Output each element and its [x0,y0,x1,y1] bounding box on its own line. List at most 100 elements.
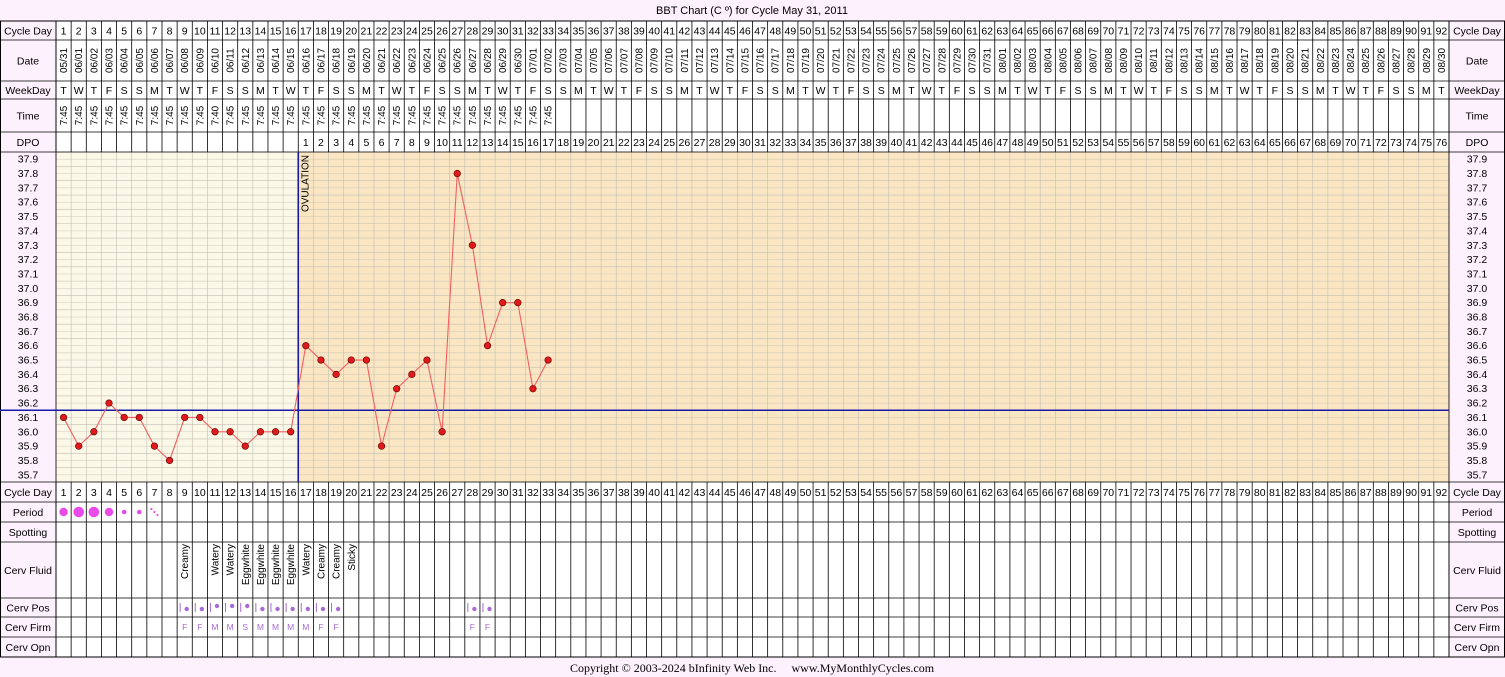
cerv-firm-cell: M [211,622,218,632]
weekday-cell: S [242,85,249,97]
row-label-cerv-firm-right: Cerv Firm [1454,622,1500,634]
date-cell: 08/22 [1316,48,1327,73]
row-label-date-right: Date [1466,56,1488,68]
cycle-day-cell: 90 [1405,26,1417,38]
date-cell: 06/06 [150,48,161,73]
time-cell: 7:45 [195,105,206,125]
temperature-point [271,428,280,436]
date-cell: 07/04 [574,48,585,73]
dpo-cell: 2 [318,137,324,149]
y-tick-label-left: 35.8 [18,455,39,467]
cerv-fluid-cell: Watery [226,544,237,575]
cycle-day-cell: 37 [603,26,615,38]
cycle-day-cell: 7 [151,26,157,38]
time-cell: 7:45 [74,105,85,125]
date-cell: 08/03 [1028,48,1039,73]
cerv-pos-low-marker [487,606,492,612]
date-cell: 08/21 [1301,48,1312,73]
date-cell: 08/26 [1376,48,1387,73]
dpo-cell: 54 [1102,137,1114,149]
cerv-fluid-cell: Creamy [180,544,191,579]
date-cell: 08/30 [1437,48,1448,73]
dpo-cell: 35 [815,137,827,149]
cycle-day-cell: 89 [1390,487,1402,499]
weekday-cell: T [727,85,734,97]
cycle-day-cell: 83 [1299,26,1311,38]
dpo-cell: 13 [482,137,494,149]
dpo-cell: 46 [981,137,993,149]
cycle-day-cell: 62 [981,26,993,38]
y-tick-label-right: 37.3 [1467,240,1488,252]
weekday-cell: S [545,85,552,97]
cycle-day-cell: 22 [376,487,388,499]
y-tick-label-right: 36.6 [1467,340,1488,352]
cerv-pos-low-marker [260,606,265,612]
weekday-cell: W [1028,85,1038,97]
temperature-point [362,356,370,364]
cerv-pos-low-marker [184,606,189,612]
row-label-dpo-left: DPO [17,137,40,149]
row-label-cycle-day-left: Cycle Day [4,26,53,38]
cycle-day-cell: 34 [557,487,569,499]
cycle-day-cell: 40 [648,26,660,38]
cycle-day-cell: 54 [860,487,872,499]
time-cell: 7:45 [241,105,252,125]
cycle-day-cell: 33 [542,487,554,499]
cycle-day-cell: 75 [1178,487,1190,499]
y-tick-label-left: 37.6 [18,197,39,209]
date-cell: 08/06 [1074,48,1085,73]
weekday-cell: F [848,85,854,97]
date-cell: 08/27 [1392,48,1403,73]
weekday-cell: T [908,85,915,97]
dpo-cell: 26 [679,137,691,149]
time-cell: 7:45 [256,105,267,125]
y-tick-label-right: 35.9 [1467,441,1488,453]
date-cell: 06/18 [332,48,343,73]
dpo-cell: 11 [452,137,463,149]
cycle-day-cell: 43 [694,487,706,499]
weekday-cell: F [530,85,536,97]
date-cell: 07/05 [589,48,600,73]
date-cell: 06/22 [392,48,403,73]
time-cell: 7:45 [59,105,70,125]
dpo-cell: 47 [996,137,1008,149]
dpo-cell: 61 [1208,137,1220,149]
weekday-cell: W [1240,85,1250,97]
weekday-cell: T [378,85,385,97]
weekday-cell: T [621,85,628,97]
row-label-cycle-day-left: Cycle Day [4,487,53,499]
y-tick-label-left: 36.6 [18,340,39,352]
date-cell: 07/17 [771,48,782,73]
date-cell: 06/03 [104,48,115,73]
cycle-day-cell: 36 [588,26,600,38]
dpo-cell: 60 [1193,137,1205,149]
cycle-day-cell: 77 [1208,26,1220,38]
weekday-cell: F [424,85,430,97]
row-label-cerv-pos-left: Cerv Pos [6,603,49,615]
cycle-day-cell: 89 [1390,26,1402,38]
cycle-day-cell: 6 [136,26,142,38]
y-tick-label-right: 37.6 [1467,197,1488,209]
cycle-day-cell: 12 [224,26,236,38]
date-cell: 08/08 [1104,48,1115,73]
weekday-cell: S [1090,85,1097,97]
y-tick-label-right: 36.8 [1467,312,1488,324]
period-light-marker [121,509,127,515]
copyright-footer: Copyright © 2003-2024 bInfinity Web Inc.… [570,661,935,675]
cycle-day-cell: 81 [1269,487,1281,499]
cycle-day-cell: 87 [1360,26,1372,38]
y-tick-label-left: 36.0 [18,426,39,438]
date-cell: 07/25 [892,48,903,73]
cycle-day-cell: 69 [1087,26,1099,38]
weekday-cell: S [1392,85,1399,97]
cycle-day-cell: 92 [1436,26,1448,38]
cerv-pos-medium-marker [245,603,250,609]
dpo-cell: 16 [527,137,539,149]
weekday-cell: M [1316,85,1325,97]
date-cell: 08/12 [1164,48,1175,73]
time-cell: 7:45 [528,105,539,125]
temperature-point [544,356,552,364]
weekday-cell: T [1226,85,1233,97]
date-cell: 07/01 [528,48,539,73]
y-tick-label-right: 36.9 [1467,297,1488,309]
